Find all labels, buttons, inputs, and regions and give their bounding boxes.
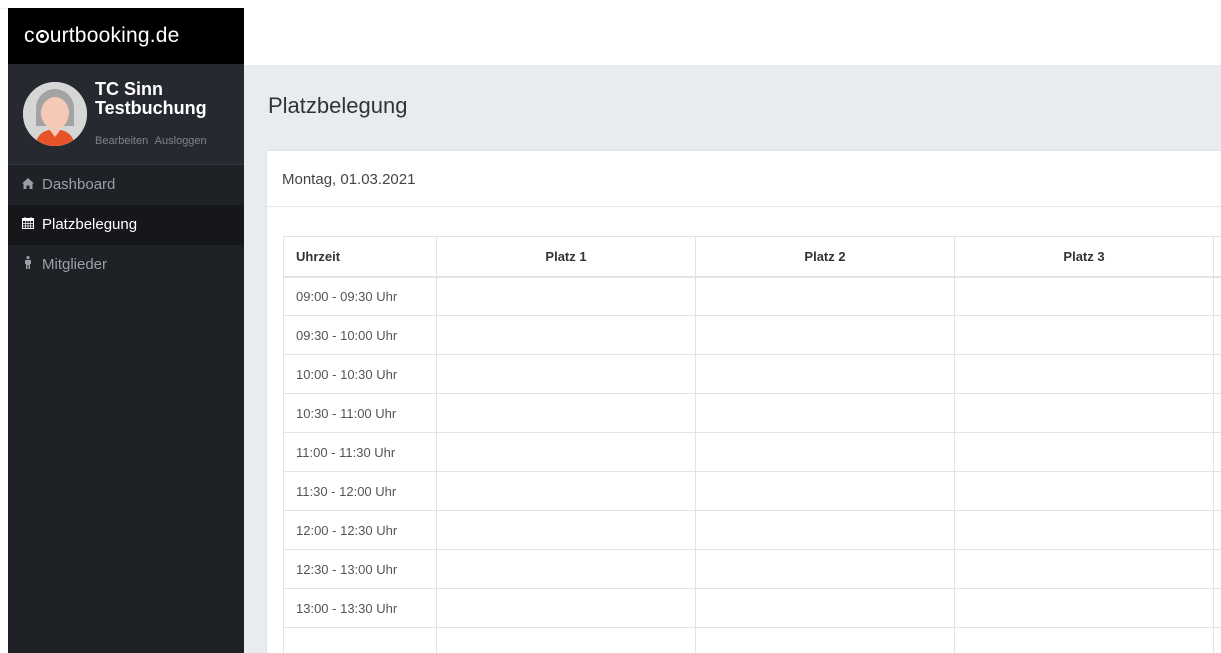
sidebar-item-label: Platzbelegung: [42, 216, 138, 233]
sidebar-item-platzbelegung[interactable]: Platzbelegung: [8, 205, 244, 245]
time-slot: 10:30 - 11:00 Uhr: [283, 393, 437, 433]
user-links: Bearbeiten Ausloggen: [95, 135, 211, 147]
booking-cell[interactable]: [954, 432, 1214, 472]
booking-cell[interactable]: [436, 588, 696, 628]
booking-cell[interactable]: [436, 627, 696, 653]
table-row: 09:30 - 10:00 Uhr: [283, 315, 1221, 355]
ball-icon: [35, 30, 49, 43]
brand-logo[interactable]: c urtbooking.de: [8, 8, 244, 64]
date-heading: Montag, 01.03.2021: [267, 151, 1221, 207]
table-row: 12:30 - 13:00 Uhr: [283, 549, 1221, 589]
booking-cell[interactable]: [436, 354, 696, 394]
booking-cell[interactable]: [1213, 354, 1221, 394]
sidebar-item-label: Mitglieder: [42, 256, 108, 273]
booking-cell[interactable]: [1213, 276, 1221, 316]
booking-cell[interactable]: [1213, 471, 1221, 511]
table-row: [283, 627, 1221, 653]
time-slot: [283, 627, 437, 653]
person-icon: [20, 245, 36, 285]
booking-cell[interactable]: [1213, 549, 1221, 589]
booking-cell[interactable]: [695, 549, 955, 589]
booking-cell[interactable]: [954, 627, 1214, 653]
booking-cell[interactable]: [1213, 588, 1221, 628]
logout-link[interactable]: Ausloggen: [155, 135, 207, 147]
booking-cell[interactable]: [954, 276, 1214, 316]
edit-profile-link[interactable]: Bearbeiten: [95, 135, 148, 147]
brand-prefix: c: [24, 24, 35, 47]
booking-cell[interactable]: [954, 393, 1214, 433]
booking-cell[interactable]: [695, 432, 955, 472]
booking-cell[interactable]: [954, 588, 1214, 628]
booking-cell[interactable]: [1213, 627, 1221, 653]
time-slot: 12:00 - 12:30 Uhr: [283, 510, 437, 550]
time-slot: 12:30 - 13:00 Uhr: [283, 549, 437, 589]
booking-cell[interactable]: [1213, 393, 1221, 433]
booking-cell[interactable]: [1213, 510, 1221, 550]
booking-cell[interactable]: [954, 315, 1214, 355]
time-slot: 10:00 - 10:30 Uhr: [283, 354, 437, 394]
booking-cell[interactable]: [695, 627, 955, 653]
brand-suffix: urtbooking.de: [49, 24, 180, 47]
page-title: Platzbelegung: [268, 93, 408, 118]
sidebar-item-dashboard[interactable]: Dashboard: [8, 165, 244, 205]
booking-cell[interactable]: [695, 588, 955, 628]
user-name: TC Sinn Testbuchung: [95, 79, 207, 118]
column-header-platz-2: Platz 2: [695, 236, 955, 278]
table-row: 13:00 - 13:30 Uhr: [283, 588, 1221, 628]
table-row: 10:30 - 11:00 Uhr: [283, 393, 1221, 433]
sidebar-item-label: Dashboard: [42, 176, 116, 193]
table-wrapper: Uhrzeit Platz 1 Platz 2 Platz 3 09:00 - …: [283, 236, 1221, 653]
time-slot: 11:30 - 12:00 Uhr: [283, 471, 437, 511]
booking-cell[interactable]: [1213, 432, 1221, 472]
booking-cell[interactable]: [954, 510, 1214, 550]
column-header-overflow: [1213, 236, 1221, 278]
booking-cell[interactable]: [954, 354, 1214, 394]
booking-cell[interactable]: [1213, 315, 1221, 355]
schedule-card: Montag, 01.03.2021 Uhrzeit Platz 1 Platz…: [267, 151, 1221, 653]
time-slot: 13:00 - 13:30 Uhr: [283, 588, 437, 628]
booking-cell[interactable]: [695, 315, 955, 355]
booking-cell[interactable]: [436, 471, 696, 511]
column-header-platz-3: Platz 3: [954, 236, 1214, 278]
table-row: 12:00 - 12:30 Uhr: [283, 510, 1221, 550]
sidebar-item-mitglieder[interactable]: Mitglieder: [8, 245, 244, 285]
top-bar: [244, 8, 1221, 65]
app-shell: c urtbooking.de TC Sinn Testbuchung Bearb…: [8, 8, 1221, 653]
booking-cell[interactable]: [695, 471, 955, 511]
main-area: Platzbelegung Montag, 01.03.2021 Uhrzeit: [244, 8, 1221, 653]
avatar: [23, 82, 87, 146]
table-header-row: Uhrzeit Platz 1 Platz 2 Platz 3: [283, 236, 1221, 278]
booking-cell[interactable]: [436, 510, 696, 550]
time-slot: 09:30 - 10:00 Uhr: [283, 315, 437, 355]
table-row: 11:30 - 12:00 Uhr: [283, 471, 1221, 511]
booking-cell[interactable]: [954, 549, 1214, 589]
schedule-table: Uhrzeit Platz 1 Platz 2 Platz 3 09:00 - …: [283, 236, 1221, 653]
home-icon: [20, 165, 36, 205]
table-row: 10:00 - 10:30 Uhr: [283, 354, 1221, 394]
booking-cell[interactable]: [436, 432, 696, 472]
user-panel: TC Sinn Testbuchung Bearbeiten Ausloggen: [8, 64, 244, 165]
booking-cell[interactable]: [954, 471, 1214, 511]
booking-cell[interactable]: [436, 549, 696, 589]
booking-cell[interactable]: [695, 276, 955, 316]
column-header-time: Uhrzeit: [283, 236, 437, 278]
booking-cell[interactable]: [695, 510, 955, 550]
time-slot: 11:00 - 11:30 Uhr: [283, 432, 437, 472]
sidebar: c urtbooking.de TC Sinn Testbuchung Bearb…: [8, 8, 244, 653]
booking-cell[interactable]: [695, 393, 955, 433]
table-row: 09:00 - 09:30 Uhr: [283, 276, 1221, 316]
table-row: 11:00 - 11:30 Uhr: [283, 432, 1221, 472]
calendar-icon: [20, 205, 36, 245]
booking-cell[interactable]: [436, 276, 696, 316]
column-header-platz-1: Platz 1: [436, 236, 696, 278]
booking-cell[interactable]: [695, 354, 955, 394]
booking-cell[interactable]: [436, 393, 696, 433]
booking-cell[interactable]: [436, 315, 696, 355]
time-slot: 09:00 - 09:30 Uhr: [283, 276, 437, 316]
sidebar-nav: Dashboard Platzbelegung Mitglieder: [8, 165, 244, 285]
